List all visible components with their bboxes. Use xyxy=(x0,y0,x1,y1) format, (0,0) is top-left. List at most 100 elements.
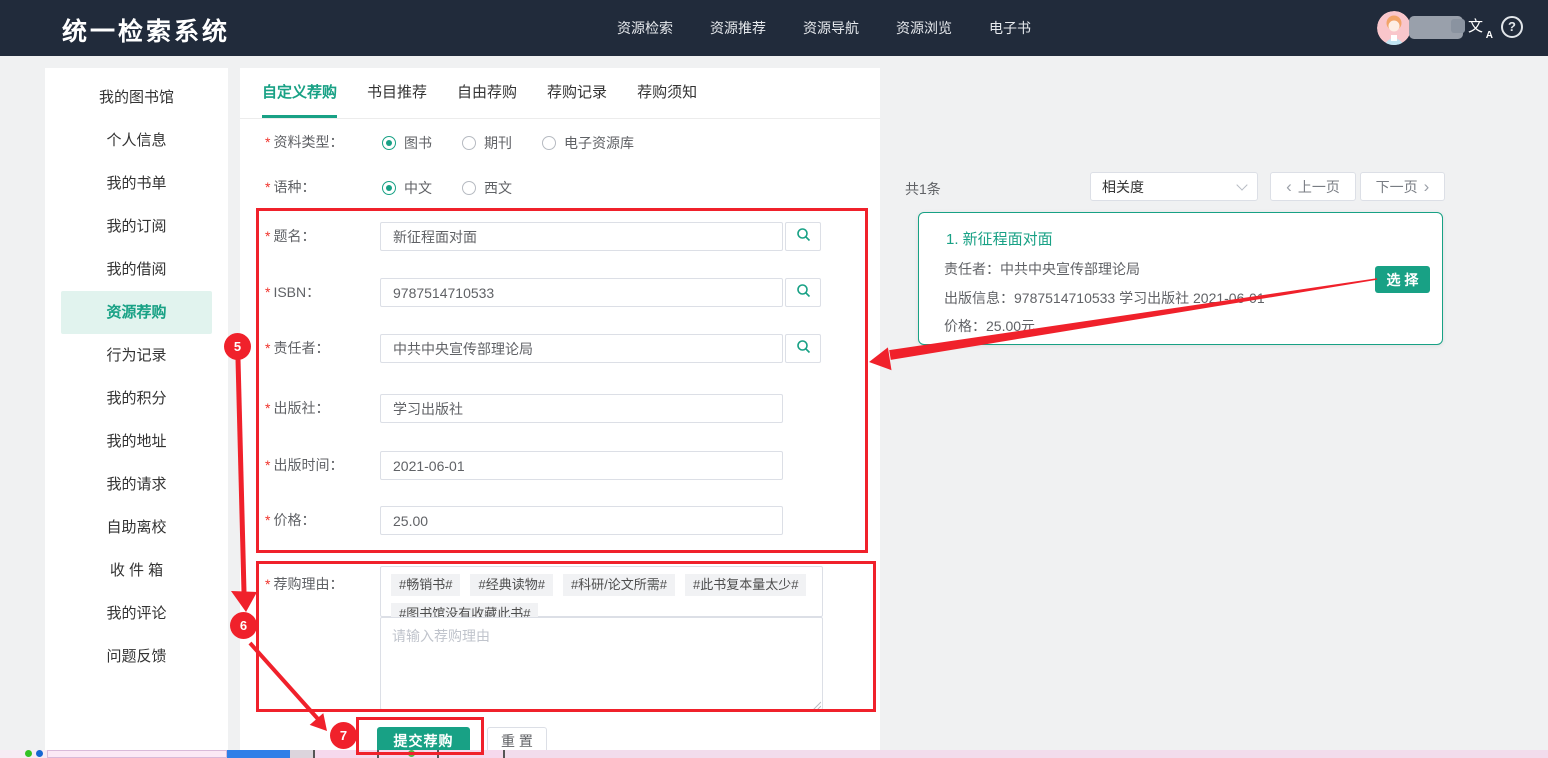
tab-custom-recommendation[interactable]: 自定义荐购 xyxy=(262,68,337,118)
title-input[interactable] xyxy=(380,222,783,251)
sidebar-item-my-address[interactable]: 我的地址 xyxy=(45,420,228,463)
resize-handle-icon[interactable] xyxy=(810,697,821,708)
tab-recommendation-records[interactable]: 荐购记录 xyxy=(547,68,607,118)
taskbar-window-1[interactable] xyxy=(47,750,227,758)
result-title[interactable]: 1. 新征程面对面 xyxy=(946,228,1053,249)
sidebar-item-self-checkout[interactable]: 自助离校 xyxy=(45,506,228,549)
sidebar-item-my-borrowing[interactable]: 我的借阅 xyxy=(45,248,228,291)
title-field-label: *题名： xyxy=(265,222,315,251)
sidebar-item-inbox[interactable]: 收 件 箱 xyxy=(45,549,228,592)
publisher-input[interactable] xyxy=(380,394,783,423)
taskbar-window-active[interactable] xyxy=(227,750,290,758)
chevron-right-icon: › xyxy=(1424,178,1430,195)
taskbar-tab-3[interactable] xyxy=(437,750,505,758)
author-field-label: *责任者： xyxy=(265,334,329,363)
author-label-text: 责任者： xyxy=(273,340,329,356)
prev-page-button[interactable]: ‹ 上一页 xyxy=(1270,172,1356,201)
sidebar-item-behavior-record[interactable]: 行为记录 xyxy=(45,334,228,377)
nav-ebook[interactable]: 电子书 xyxy=(989,18,1031,38)
taskbar-grip xyxy=(290,750,313,758)
radio-journal[interactable]: 期刊 xyxy=(462,133,512,153)
help-icon[interactable]: ? xyxy=(1501,16,1523,38)
taskbar-tab-green-dot-icon xyxy=(408,750,415,757)
radio-dot-icon xyxy=(382,181,396,195)
tab-free-recommendation[interactable]: 自由荐购 xyxy=(457,68,517,118)
next-page-label: 下一页 xyxy=(1376,177,1418,197)
required-mark: * xyxy=(265,576,270,592)
nav-resource-navigation[interactable]: 资源导航 xyxy=(803,18,859,38)
next-page-button[interactable]: 下一页 › xyxy=(1360,172,1445,201)
sidebar-item-feedback[interactable]: 问题反馈 xyxy=(45,635,228,678)
top-navigation: 资源检索 资源推荐 资源导航 资源浏览 电子书 xyxy=(617,0,1031,56)
radio-label: 中文 xyxy=(404,178,432,198)
translate-zh-glyph: 文 xyxy=(1468,15,1483,36)
tab-recommendation-notice[interactable]: 荐购须知 xyxy=(637,68,697,118)
radio-label: 电子资源库 xyxy=(564,133,634,153)
title-label-text: 题名： xyxy=(273,228,315,244)
sidebar-item-my-subscription[interactable]: 我的订阅 xyxy=(45,205,228,248)
select-button[interactable]: 选 择 xyxy=(1375,266,1430,293)
reason-tag-bestseller[interactable]: #畅销书# xyxy=(391,574,460,596)
author-input[interactable] xyxy=(380,334,783,363)
language-label: *语种： xyxy=(265,173,315,202)
required-mark: * xyxy=(265,284,270,300)
sort-dropdown[interactable]: 相关度 xyxy=(1090,172,1258,201)
reason-tag-classic[interactable]: #经典读物# xyxy=(470,574,552,596)
reason-field-label: *荐购理由： xyxy=(265,570,343,599)
radio-e-resource[interactable]: 电子资源库 xyxy=(542,133,634,153)
reason-textarea[interactable] xyxy=(380,617,823,710)
taskbar-green-dot-icon xyxy=(25,750,32,757)
isbn-label-text: ISBN： xyxy=(273,284,320,300)
annotation-step-5-badge: 5 xyxy=(224,333,251,360)
translate-icon[interactable]: 文 A xyxy=(1468,15,1494,41)
sidebar-item-resource-recommendation[interactable]: 资源荐购 xyxy=(61,291,212,334)
taskbar-tab-2[interactable] xyxy=(377,750,437,758)
author-search-button[interactable] xyxy=(785,334,821,363)
isbn-input[interactable] xyxy=(380,278,783,307)
publisher-field-label: *出版社： xyxy=(265,394,329,423)
radio-dot-icon xyxy=(462,136,476,150)
result-card: 1. 新征程面对面 责任者：中共中央宣传部理论局 出版信息：9787514710… xyxy=(918,212,1443,345)
tab-bibliography-recommendation[interactable]: 书目推荐 xyxy=(367,68,427,118)
radio-book[interactable]: 图书 xyxy=(382,133,432,153)
app-title: 统一检索系统 xyxy=(62,12,230,48)
radio-chinese[interactable]: 中文 xyxy=(382,178,432,198)
nav-resource-browse[interactable]: 资源浏览 xyxy=(896,18,952,38)
title-search-button[interactable] xyxy=(785,222,821,251)
reason-tag-few-copies[interactable]: #此书复本量太少# xyxy=(685,574,806,596)
annotation-step-7-badge: 7 xyxy=(330,722,357,749)
sidebar-item-my-library[interactable]: 我的图书馆 xyxy=(45,76,228,119)
unified-search-system-page: 统一检索系统 资源检索 资源推荐 资源导航 资源浏览 电子书 文 A ? 我的图… xyxy=(0,0,1548,758)
nav-resource-recommend[interactable]: 资源推荐 xyxy=(710,18,766,38)
sort-dropdown-value: 相关度 xyxy=(1102,177,1144,197)
translate-a-glyph: A xyxy=(1486,30,1493,41)
price-input[interactable] xyxy=(380,506,783,535)
sidebar-item-my-request[interactable]: 我的请求 xyxy=(45,463,228,506)
search-icon xyxy=(796,339,811,359)
required-mark: * xyxy=(265,512,270,528)
nav-resource-search[interactable]: 资源检索 xyxy=(617,18,673,38)
result-price: 价格：25.00元 xyxy=(944,316,1035,336)
tab-bar: 自定义荐购 书目推荐 自由荐购 荐购记录 荐购须知 xyxy=(240,68,880,119)
taskbar-tab-1[interactable] xyxy=(313,750,377,758)
taskbar-sliver[interactable] xyxy=(0,750,1548,758)
reason-tag-box: #畅销书# #经典读物# #科研/论文所需# #此书复本量太少# #图书馆没有收… xyxy=(380,566,823,617)
sidebar-item-my-booklist[interactable]: 我的书单 xyxy=(45,162,228,205)
sidebar-item-my-comments[interactable]: 我的评论 xyxy=(45,592,228,635)
language-label-text: 语种： xyxy=(273,179,315,195)
language-radio-group: 中文 西文 xyxy=(382,173,542,202)
username-redacted[interactable] xyxy=(1409,16,1463,39)
avatar[interactable] xyxy=(1377,11,1411,45)
result-publish-info: 出版信息：9787514710533 学习出版社 2021-06-01 xyxy=(944,288,1265,308)
required-mark: * xyxy=(265,228,270,244)
sidebar-item-my-points[interactable]: 我的积分 xyxy=(45,377,228,420)
reason-tag-research[interactable]: #科研/论文所需# xyxy=(563,574,675,596)
annotation-step-6-badge: 6 xyxy=(230,612,257,639)
isbn-search-button[interactable] xyxy=(785,278,821,307)
radio-western[interactable]: 西文 xyxy=(462,178,512,198)
required-mark: * xyxy=(265,457,270,473)
sidebar-item-personal-info[interactable]: 个人信息 xyxy=(45,119,228,162)
isbn-field-label: *ISBN： xyxy=(265,278,320,307)
publish-date-input[interactable] xyxy=(380,451,783,480)
required-mark: * xyxy=(265,134,270,150)
